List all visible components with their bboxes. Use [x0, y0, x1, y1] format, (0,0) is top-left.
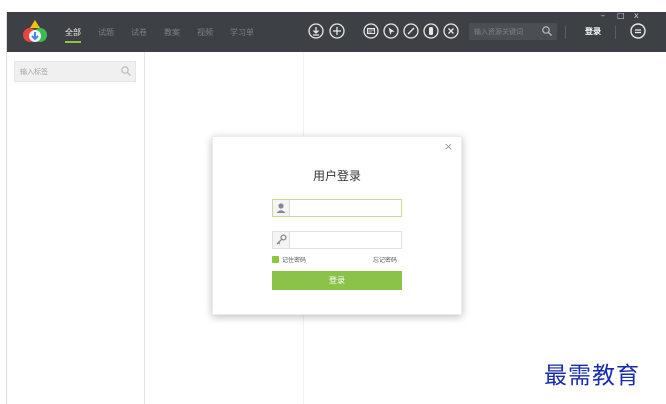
download-icon[interactable]: [307, 22, 325, 40]
dialog-title: 用户登录: [312, 169, 361, 183]
app-window: 全部 试题 试卷 教案 视频 学习单 输入资源关键词 登录 – □ x 输入标签…: [6, 12, 666, 404]
dialog-close-button[interactable]: ×: [444, 140, 453, 154]
tag-sidebar: [7, 52, 145, 404]
watermark: 最需教育: [544, 363, 640, 389]
nav-tab-questions[interactable]: 试题: [98, 27, 114, 38]
search-icon[interactable]: [120, 65, 132, 77]
separator: [565, 26, 566, 39]
user-icon: [273, 200, 290, 216]
add-icon[interactable]: [328, 22, 346, 40]
username-field: [272, 199, 402, 217]
nav-tab-lesson-plans[interactable]: 教案: [164, 27, 180, 38]
eraser-icon[interactable]: [422, 22, 440, 40]
username-input[interactable]: [292, 200, 396, 216]
nav-tab-all[interactable]: 全部: [65, 27, 81, 43]
clear-icon[interactable]: [442, 22, 460, 40]
password-input[interactable]: [292, 232, 396, 248]
header-login-button[interactable]: 登录: [585, 26, 601, 37]
pointer-icon[interactable]: [382, 22, 400, 40]
search-icon[interactable]: [541, 25, 553, 37]
title-bar: 全部 试题 试卷 教案 视频 学习单 输入资源关键词 登录 – □ x: [7, 12, 666, 52]
chat-icon[interactable]: [629, 22, 647, 40]
nav-tab-videos[interactable]: 视频: [197, 27, 213, 38]
key-icon: [273, 232, 290, 248]
separator: [615, 26, 616, 39]
resource-search-input[interactable]: [474, 23, 538, 40]
nav-tab-papers[interactable]: 试卷: [131, 27, 147, 38]
resource-search: [469, 23, 557, 40]
tag-search: [14, 61, 136, 82]
login-dialog: × 用户登录 记住密码 忘记密码 登录: [212, 136, 462, 315]
login-submit-button[interactable]: 登录: [272, 271, 402, 290]
pen-icon[interactable]: [402, 22, 420, 40]
password-field: [272, 231, 402, 249]
close-window-button[interactable]: x: [634, 12, 639, 20]
maximize-button[interactable]: □: [617, 12, 625, 20]
forgot-password-link[interactable]: 忘记密码: [373, 255, 397, 264]
nav-tab-study-sheets[interactable]: 学习单: [230, 27, 254, 38]
remember-password[interactable]: 记住密码: [272, 254, 306, 264]
app-logo: [23, 20, 47, 42]
tag-search-input[interactable]: [20, 63, 115, 80]
message-icon[interactable]: [362, 22, 380, 40]
remember-checkbox[interactable]: [272, 255, 279, 263]
minimize-button[interactable]: –: [601, 12, 605, 20]
main-nav: 全部 试题 试卷 教案 视频 学习单: [65, 12, 271, 52]
remember-label: 记住密码: [282, 256, 307, 264]
